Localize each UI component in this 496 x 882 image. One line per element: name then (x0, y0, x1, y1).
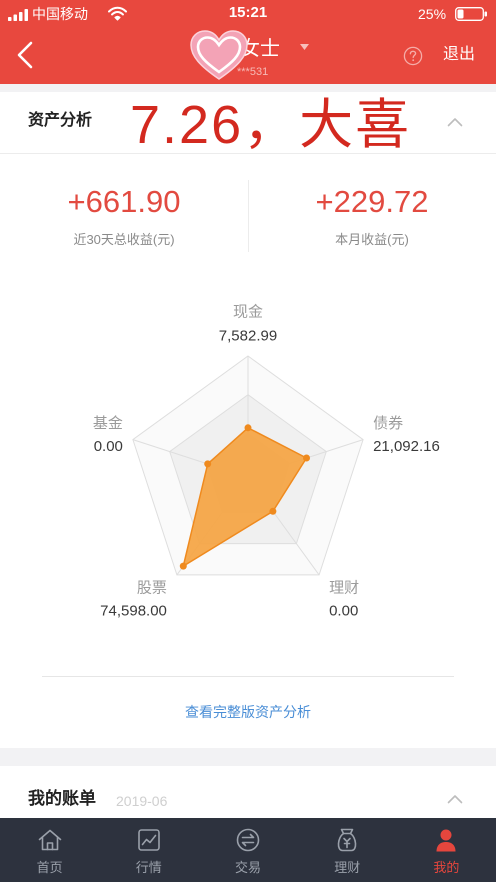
radar-point (179, 562, 187, 570)
radar-axis-label: 基金 (93, 415, 123, 432)
tab-market[interactable]: 行情 (99, 818, 198, 882)
exchange-icon (236, 828, 260, 852)
tab-home[interactable]: 首页 (0, 818, 99, 882)
back-chevron-icon[interactable] (15, 41, 35, 69)
home-icon (38, 829, 61, 851)
link-divider (42, 676, 454, 677)
stat-30day-income-value: +661.90 (67, 184, 181, 219)
battery-icon (455, 7, 487, 21)
section-divider (0, 153, 496, 154)
bottom-tab-bar: 首页 行情 交易 理财 我的 (0, 818, 496, 882)
collapse-chevron-up-icon[interactable] (447, 117, 463, 127)
stat-30day-income-label: 近30天总收益(元) (73, 232, 175, 247)
radar-point (244, 424, 252, 432)
tab-trade[interactable]: 交易 (198, 818, 297, 882)
tab-label: 首页 (36, 860, 63, 875)
money-bag-icon (337, 828, 357, 852)
logout-button[interactable]: 退出 (443, 45, 475, 65)
radar-value-label: 0.00 (94, 438, 123, 455)
radar-value-label: 21,092.16 (373, 438, 440, 455)
radar-value-label: 0.00 (329, 602, 358, 619)
radar-axis-label: 债券 (373, 415, 403, 432)
radar-value-label: 7,582.99 (219, 328, 277, 345)
stat-month-income-label: 本月收益(元) (335, 232, 409, 247)
radar-point (303, 454, 310, 462)
radar-point (204, 460, 212, 468)
market-chart-icon (137, 829, 160, 851)
asset-radar-chart: 现金 7,582.99 债券 21,092.16 理财 0.00 股票 74,598.00 基金… (93, 304, 440, 620)
tab-label: 交易 (235, 860, 262, 875)
annotation-overlay-text: 7.26，大喜 (130, 95, 412, 155)
radar-point (269, 507, 277, 515)
tab-label: 行情 (135, 860, 162, 875)
full-analysis-link[interactable]: 查看完整版资产分析 (0, 703, 496, 721)
radar-axis-label: 股票 (137, 579, 167, 596)
bill-month: 2019-06 (116, 793, 168, 809)
bill-collapse-chevron-up-icon[interactable] (447, 794, 463, 804)
stat-month-income-value: +229.72 (315, 184, 429, 219)
tab-mine[interactable]: 我的 (397, 818, 496, 882)
tab-label: 我的 (433, 860, 460, 875)
person-icon (436, 829, 456, 852)
battery-percent: 25% (418, 6, 447, 22)
account-dropdown-caret-icon[interactable] (300, 44, 309, 50)
heart-sticker-icon (190, 30, 248, 80)
radar-axis-label: 现金 (233, 304, 263, 321)
help-icon[interactable] (403, 46, 423, 66)
tab-label: 理财 (334, 860, 361, 875)
radar-axis-label: 理财 (329, 579, 359, 596)
tab-wealth[interactable]: 理财 (298, 818, 397, 882)
radar-value-label: 74,598.00 (100, 602, 167, 619)
asset-analysis-title: 资产分析 (28, 112, 93, 129)
bill-title: 我的账单 (28, 789, 96, 808)
